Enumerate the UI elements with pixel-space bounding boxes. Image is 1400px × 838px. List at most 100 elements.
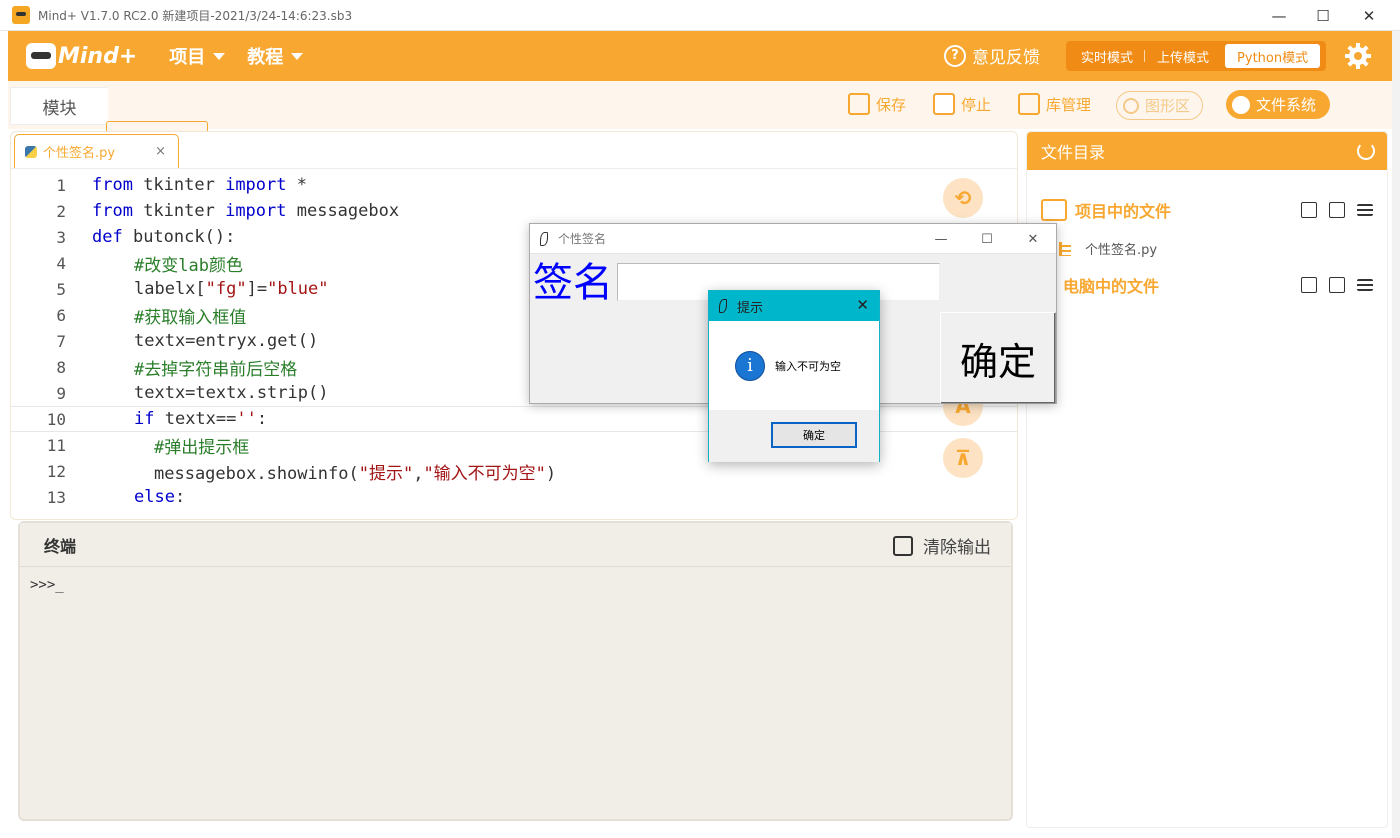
clear-output-label: 清除输出: [923, 538, 991, 558]
tab-blocks[interactable]: 模块: [10, 87, 108, 125]
line-number: 13: [46, 487, 66, 507]
code-token: ): [545, 463, 557, 484]
keyword: from: [92, 201, 133, 221]
scroll-top-icon[interactable]: ⊼: [943, 438, 983, 478]
keyword: if: [134, 409, 155, 429]
line-number: 6: [56, 305, 66, 325]
toolbar: 模块 代码 保存 停止 库管理 图形区 文件系统: [8, 81, 1392, 159]
line-number: 10: [46, 409, 66, 429]
stop-icon: [933, 93, 955, 115]
code-token: :: [256, 409, 268, 429]
code-token: textx==: [154, 409, 237, 429]
minimize-button[interactable]: —: [1256, 0, 1302, 31]
computer-files-section[interactable]: 电脑中的文件: [1041, 273, 1159, 297]
file-directory-title: 文件目录: [1041, 143, 1106, 162]
line-number: 1: [56, 175, 66, 195]
window-title: Mind+ V1.7.0 RC2.0 新建项目-2021/3/24-14:6:2…: [38, 8, 353, 23]
caret-down-icon: [291, 52, 304, 60]
code-token: ,: [413, 463, 424, 484]
line-number: 7: [56, 331, 66, 351]
messagebox-titlebar: 提示 ✕: [709, 291, 879, 321]
file-directory-header: 文件目录: [1027, 132, 1387, 170]
file-tab-close-icon[interactable]: ×: [155, 144, 166, 159]
menu-project[interactable]: 项目: [169, 43, 226, 69]
clear-output-button[interactable]: 清除输出: [893, 533, 991, 558]
stop-button[interactable]: 停止: [933, 93, 991, 115]
refresh-icon[interactable]: [1357, 142, 1375, 160]
messagebox-ok-button[interactable]: 确定: [771, 422, 857, 448]
check-circle-icon: [1232, 95, 1250, 114]
undo-icon[interactable]: ⟲: [943, 178, 983, 218]
code-text: else:: [134, 487, 185, 507]
tk-close-button[interactable]: ✕: [1010, 224, 1056, 254]
close-button[interactable]: ✕: [1346, 0, 1392, 31]
feedback-button[interactable]: ? 意见反馈: [944, 43, 1040, 68]
line-number: 9: [56, 383, 66, 403]
code-text: textx=textx.strip(): [134, 383, 328, 403]
code-token: tkinter: [132, 175, 226, 195]
code-token: :: [174, 487, 186, 507]
graphics-button[interactable]: 图形区: [1116, 91, 1204, 120]
code-token: textx=textx.strip(): [134, 383, 329, 403]
new-file-icon[interactable]: [1301, 202, 1317, 218]
library-label: 库管理: [1046, 95, 1092, 114]
line-number: 5: [56, 279, 66, 299]
mode-realtime[interactable]: 实时模式: [1069, 44, 1146, 68]
library-icon: [1018, 93, 1040, 115]
save-button[interactable]: 保存: [848, 93, 906, 115]
confirm-button[interactable]: 确定: [940, 312, 1056, 404]
project-file-item[interactable]: 个性签名.py: [1059, 239, 1157, 258]
line-number: 12: [46, 461, 66, 481]
new-file-icon[interactable]: [1301, 277, 1317, 293]
maximize-button[interactable]: ☐: [1300, 0, 1346, 31]
code-line: 2 from tkinter import messagebox: [11, 198, 1017, 224]
tk-minimize-button[interactable]: —: [918, 224, 964, 254]
terminal-prompt[interactable]: >>>_: [20, 567, 1011, 603]
menu-tutorial[interactable]: 教程: [247, 43, 304, 69]
messagebox-title: 提示: [737, 300, 764, 316]
messagebox-close-icon[interactable]: ✕: [856, 296, 869, 314]
python-file-icon: [25, 145, 37, 158]
line-number: 4: [56, 253, 66, 273]
feedback-label: 意见反馈: [972, 48, 1040, 68]
eraser-icon: [893, 535, 913, 556]
messagebox-body: i 输入不可为空: [709, 321, 879, 410]
terminal-panel: 终端 清除输出 >>>_: [18, 521, 1013, 821]
feather-icon: [719, 299, 727, 313]
line-number: 11: [46, 435, 66, 455]
radio-icon: [1123, 97, 1139, 114]
menu-tutorial-label: 教程: [247, 47, 284, 68]
code-text: messagebox.showinfo("提示","输入不可为空"): [154, 459, 556, 484]
menu-icon[interactable]: [1357, 204, 1373, 216]
file-directory-panel: 文件目录 项目中的文件 个性签名.py 电脑中的文件: [1026, 131, 1388, 828]
mode-python[interactable]: Python模式: [1225, 44, 1321, 68]
project-files-section[interactable]: 项目中的文件: [1041, 198, 1171, 222]
code-text: if textx=='':: [134, 409, 267, 429]
code-text: def butonck():: [92, 227, 235, 247]
new-folder-icon[interactable]: [1329, 202, 1345, 218]
code-token: ]=: [246, 279, 268, 299]
string: '': [236, 409, 257, 429]
question-icon: ?: [944, 44, 966, 67]
settings-gear-icon[interactable]: [1344, 42, 1372, 70]
messagebox-message: 输入不可为空: [775, 359, 841, 373]
line-number: 8: [56, 357, 66, 377]
mindplus-logo[interactable]: Mind+: [26, 43, 137, 69]
caret-down-icon: [213, 52, 226, 60]
mode-upload[interactable]: 上传模式: [1145, 44, 1221, 68]
graphics-label: 图形区: [1145, 97, 1191, 115]
code-text: #去掉字符串前后空格: [134, 355, 297, 380]
terminal-header: 终端: [20, 523, 1011, 567]
new-folder-icon[interactable]: [1329, 277, 1345, 293]
file-tab[interactable]: 个性签名.py ×: [14, 134, 179, 168]
tk-maximize-button[interactable]: ☐: [964, 224, 1010, 254]
library-button[interactable]: 库管理: [1018, 93, 1091, 115]
code-line: 1 from tkinter import *: [11, 172, 1017, 198]
string: "blue": [267, 279, 329, 299]
filesystem-button[interactable]: 文件系统: [1226, 90, 1331, 119]
menu-icon[interactable]: [1357, 279, 1373, 291]
code-token: tkinter: [132, 201, 226, 221]
terminal-title: 终端: [44, 536, 77, 556]
menu-project-label: 项目: [169, 47, 206, 68]
save-icon: [848, 93, 870, 115]
